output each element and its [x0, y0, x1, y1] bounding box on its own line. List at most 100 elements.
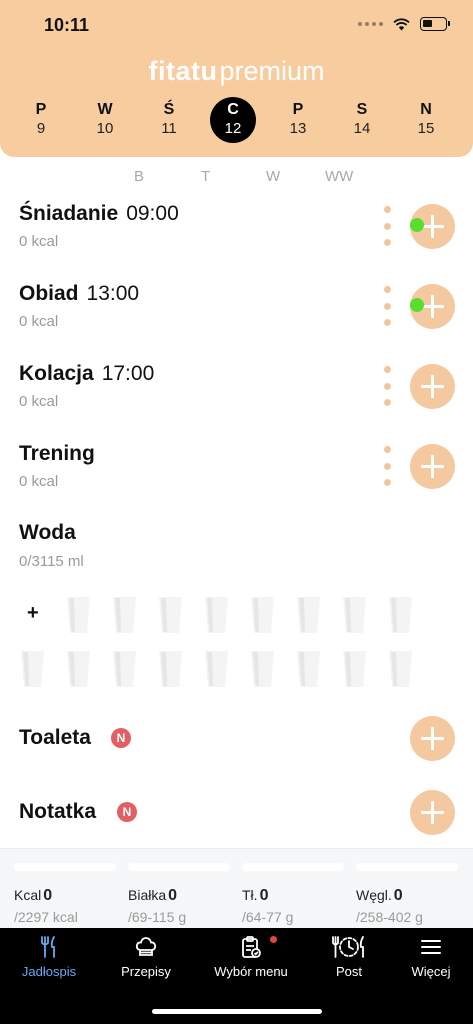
- meal-time: 09:00: [126, 202, 179, 225]
- add-meal-item-button[interactable]: [410, 444, 455, 489]
- day-letter: P: [292, 101, 304, 118]
- tab-jadłospis[interactable]: Jadłospis: [2, 934, 96, 979]
- wifi-icon: [393, 17, 410, 31]
- tab-post[interactable]: Post: [302, 934, 396, 979]
- add-meal-item-button[interactable]: [410, 364, 455, 409]
- battery-icon: [420, 17, 450, 31]
- status-bar: 10:11: [0, 0, 473, 50]
- new-badge: N: [111, 728, 131, 748]
- more-options-icon[interactable]: [383, 206, 391, 246]
- tab-przepisy[interactable]: Przepisy: [99, 934, 193, 979]
- water-glass-icon[interactable]: [66, 650, 91, 688]
- day-11[interactable]: Ś 11: [146, 97, 192, 143]
- day-12[interactable]: C 12: [210, 97, 256, 143]
- add-extra-button[interactable]: [410, 716, 455, 761]
- water-glass-icon[interactable]: [112, 596, 137, 634]
- day-letter: P: [35, 101, 47, 118]
- water-glass-icon[interactable]: [388, 650, 413, 688]
- tab-label: Wybór menu: [214, 964, 288, 979]
- day-letter: Ś: [163, 101, 175, 118]
- water-glass-icon[interactable]: [342, 650, 367, 688]
- meal-title: Kolacja: [19, 362, 94, 385]
- add-water-button[interactable]: +: [27, 602, 39, 625]
- meal-kcal: 0 kcal: [19, 233, 59, 250]
- nutrient-name: Kcal: [14, 887, 42, 903]
- water-glass-icon[interactable]: [158, 596, 183, 634]
- tab-wybór-menu[interactable]: Wybór menu: [204, 934, 298, 979]
- fork-knife-icon: [2, 934, 96, 960]
- more-options-icon[interactable]: [383, 286, 391, 326]
- nutrient-progress-bar: [242, 863, 344, 871]
- more-options-icon[interactable]: [383, 446, 391, 486]
- day-letter: S: [356, 101, 368, 118]
- meal-title: Obiad: [19, 282, 79, 305]
- hamburger-menu-icon: [384, 934, 473, 960]
- meal-row[interactable]: Kolacja 17:00 0 kcal: [0, 362, 473, 432]
- water-glass-icon[interactable]: [250, 650, 275, 688]
- day-number: 10: [96, 120, 114, 137]
- nutrient-summary[interactable]: Kcal 0/2297 kcal Białka 0/69-115 g Tł. 0/64-7…: [0, 848, 473, 928]
- day-number: 14: [353, 120, 371, 137]
- day-number: 15: [417, 120, 435, 137]
- water-glass-icon[interactable]: [296, 596, 321, 634]
- add-extra-button[interactable]: [410, 790, 455, 835]
- nutrient-label: Węgl. 0: [356, 887, 458, 905]
- new-badge: N: [117, 802, 137, 822]
- extra-title: Notatka: [19, 800, 97, 823]
- extra-row-notatka[interactable]: Notatka N: [0, 788, 473, 838]
- extra-title: Toaleta: [19, 726, 91, 749]
- nutrient-progress-bar: [14, 863, 116, 871]
- clipboard-icon: [204, 934, 298, 960]
- day-number: 12: [224, 120, 242, 137]
- nutrient-value: 0: [259, 887, 269, 904]
- status-time: 10:11: [44, 15, 90, 35]
- chef-hat-icon: [99, 934, 193, 960]
- home-indicator: [152, 1009, 322, 1014]
- day-15[interactable]: N 15: [403, 97, 449, 143]
- day-number: 11: [161, 120, 177, 137]
- nutrient-target: /258-402 g: [356, 909, 423, 925]
- water-glass-icon[interactable]: [204, 596, 229, 634]
- header: 10:11 fitatupremium P 9 W 10 Ś 11 C 12 P 13 S 14 N 15: [0, 0, 473, 157]
- meal-time: 13:00: [86, 282, 140, 305]
- nutrient-progress-bar: [356, 863, 458, 871]
- tab-label: Jadłospis: [21, 964, 77, 979]
- day-10[interactable]: W 10: [82, 97, 128, 143]
- meal-row[interactable]: Trening 0 kcal: [0, 442, 473, 512]
- meal-name: Kolacja 17:00: [19, 362, 154, 386]
- nutrient-label: Białka 0: [128, 887, 230, 905]
- tab-label: Więcej: [411, 964, 451, 979]
- day-letter: W: [97, 101, 113, 118]
- day-number: 9: [36, 120, 46, 137]
- column-header: T: [201, 168, 211, 185]
- tab-label: Post: [335, 964, 362, 979]
- nutrient-target: /2297 kcal: [14, 909, 78, 925]
- water-glass-icon[interactable]: [66, 596, 91, 634]
- signal-icon: [358, 22, 383, 26]
- nutrient-name: Białka: [128, 887, 167, 903]
- nutrient-target: /64-77 g: [242, 909, 294, 925]
- meal-row[interactable]: Obiad 13:00 0 kcal: [0, 282, 473, 352]
- extra-row-toaleta[interactable]: Toaleta N: [0, 714, 473, 764]
- nutrient-progress-bar: [128, 863, 230, 871]
- tab-label: Przepisy: [121, 964, 171, 979]
- water-glass-icon[interactable]: [112, 650, 137, 688]
- day-9[interactable]: P9: [18, 97, 64, 143]
- tab-więcej[interactable]: Więcej: [384, 934, 473, 979]
- day-13[interactable]: P 13: [275, 97, 321, 143]
- meal-row[interactable]: Śniadanie 09:00 0 kcal: [0, 202, 473, 272]
- meal-name: Śniadanie 09:00: [19, 202, 179, 226]
- water-glass-icon[interactable]: [250, 596, 275, 634]
- water-glass-icon[interactable]: [204, 650, 229, 688]
- water-glass-icon[interactable]: [342, 596, 367, 634]
- nutrient-label: Kcal 0: [14, 887, 116, 905]
- water-glass-icon[interactable]: [388, 596, 413, 634]
- water-glass-icon[interactable]: [158, 650, 183, 688]
- nutrient-value: 0: [393, 887, 403, 904]
- more-options-icon[interactable]: [383, 366, 391, 406]
- water-glass-icon[interactable]: [296, 650, 321, 688]
- meal-title: Trening: [19, 442, 95, 465]
- day-14[interactable]: S 14: [339, 97, 385, 143]
- nutrient-3: Węgl. 0/258-402 g: [356, 863, 458, 925]
- water-glass-icon[interactable]: [20, 650, 45, 688]
